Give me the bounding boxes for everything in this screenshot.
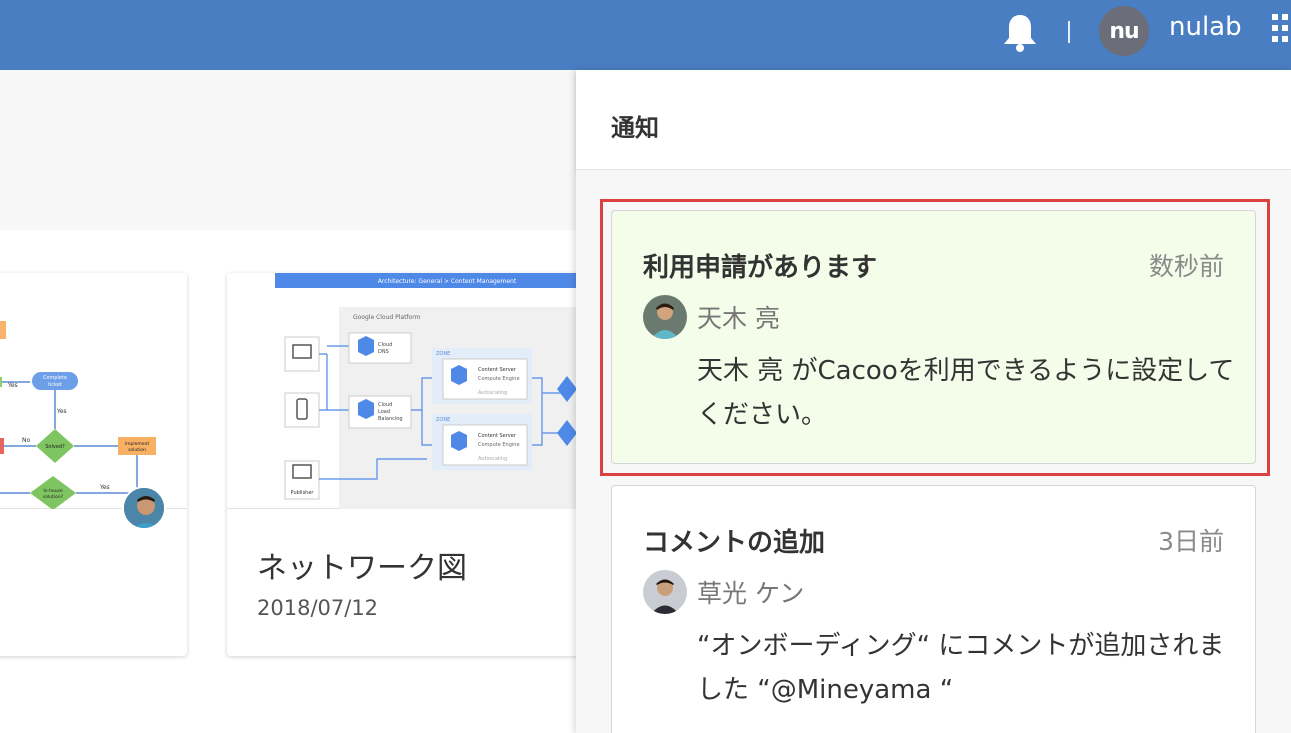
diagram-thumbnail: Yes Complete ticket Yes Solved? No Imple… [0,273,187,510]
cs1-title: Content Server [478,367,517,373]
notification-title: 利用申請があります [643,253,878,283]
username-label[interactable]: nulab [1169,12,1242,42]
notification-item-comment-added[interactable]: コメントの追加 3日前 草光 ケン “オンボーディング“ にコメントが追加されま… [611,485,1256,733]
user-avatar-text: nu [1109,18,1139,44]
dns-label-1: Cloud [378,342,392,348]
notification-time: 3日前 [1158,527,1224,556]
lb-label-1: Cloud [378,402,392,408]
flow-label-yes-2: Yes [56,408,67,415]
cs1-auto: Autoscaling [478,390,507,396]
avatar [643,295,687,339]
notification-panel-title: 通知 [611,114,659,142]
user-avatar[interactable]: nu [1099,6,1149,56]
notification-time: 数秒前 [1148,252,1224,281]
avatar [643,570,687,614]
flow-label-yes-3: Yes [99,484,110,491]
notification-message: “オンボーディング“ にコメントが追加されました “@Mineyama “ [697,631,1225,705]
notification-item-access-request[interactable]: 利用申請があります 数秒前 天木 亮 天木 亮 がCacooを利用できるように設… [611,210,1256,464]
notification-user: 草光 ケン [697,579,805,608]
svg-text:Implement: Implement [125,441,150,447]
svg-text:solution?: solution? [43,494,64,500]
lb-label-3: Balancing [378,416,403,422]
page-header-area [0,70,576,230]
lb-label-2: Load [378,409,390,415]
svg-text:ticket: ticket [48,382,62,388]
notification-message: 天木 亮 がCacooを利用できるように設定してください。 [697,356,1235,430]
flow-label-no: No [22,437,30,444]
cs1-sub: Compute Engine [478,376,520,382]
zone-label-1: ZONE [436,351,450,357]
notification-title: コメントの追加 [643,528,826,558]
cs2-title: Content Server [478,433,517,439]
bell-icon[interactable] [1001,12,1039,54]
diagram-card-network[interactable]: Architecture: General > Content Manageme… [227,273,587,656]
diagram-card-flowchart[interactable]: Yes Complete ticket Yes Solved? No Imple… [0,273,187,656]
flow-node-solved: Solved? [45,444,65,450]
zone-label-2: ZONE [436,417,450,423]
notification-panel-header: 通知 [576,70,1291,170]
topbar-divider [1068,21,1070,43]
dns-label-2: DNS [378,349,389,355]
top-navigation-bar: nu nulab [0,0,1291,70]
svg-text:Complete: Complete [43,375,67,381]
cs2-sub: Compute Engine [478,442,520,448]
diagram-title: ネットワーク図 [257,551,467,586]
cs2-auto: Autoscaling [478,456,507,462]
diagram-date: 2018/07/12 [257,596,379,620]
notification-user: 天木 亮 [697,304,780,333]
flow-label-yes-1: Yes [7,382,18,389]
svg-text:solution: solution [128,447,146,453]
thumbnail-banner: Architecture: General > Content Manageme… [378,278,517,285]
gcp-label: Google Cloud Platform [353,314,421,321]
publisher-label: Publisher [291,490,315,496]
svg-text:In-house: In-house [43,488,63,494]
apps-grid-icon[interactable] [1272,14,1291,46]
collaborator-avatar [122,486,166,530]
diagram-thumbnail: Architecture: General > Content Manageme… [227,273,587,509]
